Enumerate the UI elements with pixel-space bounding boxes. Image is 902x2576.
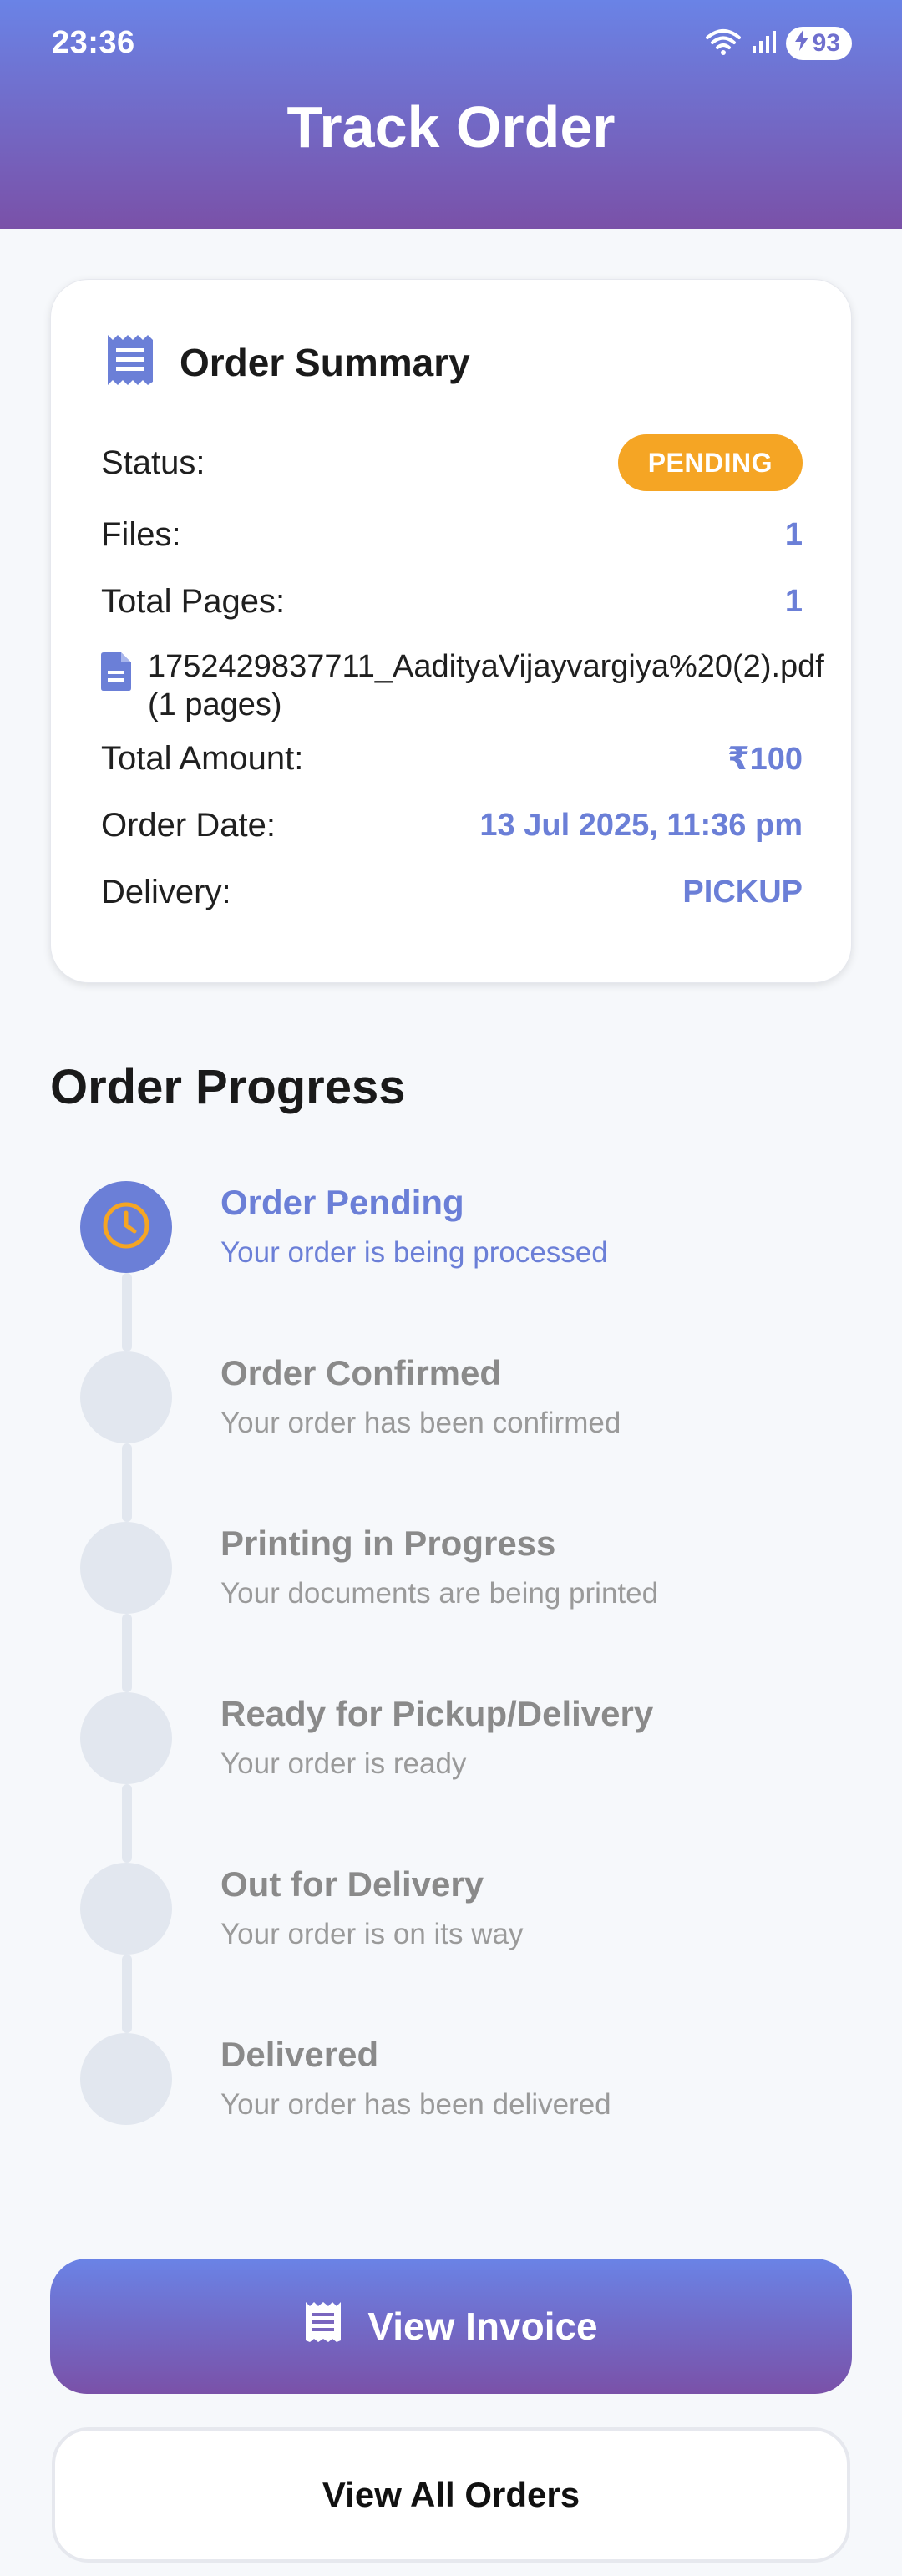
progress-step-printing: Printing in Progress Your documents are … bbox=[80, 1522, 832, 1614]
timeline-connector bbox=[122, 1273, 132, 1351]
step-subtitle: Your order has been confirmed bbox=[220, 1407, 621, 1439]
step-subtitle: Your documents are being printed bbox=[220, 1577, 659, 1610]
order-progress-timeline: Order Pending Your order is being proces… bbox=[50, 1181, 852, 2133]
app-header: 23:36 93 Track Order bbox=[0, 0, 902, 229]
files-label: Files: bbox=[101, 515, 181, 553]
status-row: Status: PENDING bbox=[101, 434, 803, 492]
total-amount-row: Total Amount: ₹100 bbox=[101, 729, 803, 788]
step-title: Delivered bbox=[220, 2035, 379, 2074]
step-title: Order Confirmed bbox=[220, 1353, 502, 1392]
step-title: Out for Delivery bbox=[220, 1864, 484, 1904]
battery-level: 93 bbox=[812, 29, 840, 57]
total-amount-value: ₹100 bbox=[727, 741, 803, 777]
file-item[interactable]: 1752429837711_AadityaVijayvargiya%20(2).… bbox=[101, 647, 836, 724]
order-date-label: Order Date: bbox=[101, 806, 276, 844]
bolt-icon bbox=[794, 29, 809, 58]
signal-icon bbox=[751, 29, 776, 58]
clock-icon bbox=[100, 1199, 152, 1255]
wifi-icon bbox=[705, 28, 741, 60]
total-pages-value: 1 bbox=[784, 583, 803, 619]
view-invoice-label: View Invoice bbox=[367, 2305, 598, 2348]
document-icon bbox=[101, 652, 131, 695]
step-subtitle: Your order is on its way bbox=[220, 1918, 524, 1950]
step-indicator bbox=[80, 1863, 172, 1955]
order-date-row: Order Date: 13 Jul 2025, 11:36 pm bbox=[101, 796, 803, 854]
progress-step-order-confirmed: Order Confirmed Your order has been conf… bbox=[80, 1351, 832, 1443]
delivery-row: Delivery: PICKUP bbox=[101, 863, 803, 921]
file-name: 1752429837711_AadityaVijayvargiya%20(2).… bbox=[148, 649, 824, 684]
delivery-label: Delivery: bbox=[101, 873, 231, 910]
progress-step-delivered: Delivered Your order has been delivered bbox=[80, 2033, 832, 2125]
timeline-connector bbox=[122, 1784, 132, 1863]
step-indicator-active bbox=[80, 1181, 172, 1273]
step-indicator bbox=[80, 1522, 172, 1614]
step-subtitle: Your order has been delivered bbox=[220, 2088, 611, 2121]
step-title: Printing in Progress bbox=[220, 1524, 556, 1563]
battery-indicator: 93 bbox=[785, 27, 852, 60]
status-badge: PENDING bbox=[617, 434, 803, 491]
view-all-orders-button[interactable]: View All Orders bbox=[52, 2427, 850, 2563]
total-pages-label: Total Pages: bbox=[101, 582, 286, 620]
order-summary-title: Order Summary bbox=[180, 340, 470, 384]
timeline-connector bbox=[122, 1443, 132, 1522]
order-date-value: 13 Jul 2025, 11:36 pm bbox=[479, 807, 803, 843]
step-subtitle: Your order is ready bbox=[220, 1747, 467, 1780]
order-summary-header: Order Summary bbox=[106, 333, 470, 391]
step-title: Order Pending bbox=[220, 1183, 464, 1222]
step-indicator bbox=[80, 1351, 172, 1443]
progress-step-order-pending: Order Pending Your order is being proces… bbox=[80, 1181, 832, 1273]
step-subtitle: Your order is being processed bbox=[220, 1236, 608, 1269]
view-all-orders-label: View All Orders bbox=[322, 2475, 580, 2514]
step-title: Ready for Pickup/Delivery bbox=[220, 1694, 654, 1733]
step-indicator bbox=[80, 1692, 172, 1784]
progress-step-ready: Ready for Pickup/Delivery Your order is … bbox=[80, 1692, 832, 1784]
files-value: 1 bbox=[784, 516, 803, 552]
step-indicator bbox=[80, 2033, 172, 2125]
timeline-connector bbox=[122, 1955, 132, 2033]
total-pages-row: Total Pages: 1 bbox=[101, 572, 803, 631]
order-summary-card: Order Summary Status: PENDING Files: 1 T… bbox=[50, 279, 852, 983]
delivery-value: PICKUP bbox=[682, 874, 803, 910]
order-progress-title: Order Progress bbox=[50, 1060, 406, 1114]
total-amount-label: Total Amount: bbox=[101, 739, 304, 777]
timeline-connector bbox=[122, 1614, 132, 1692]
receipt-icon bbox=[304, 2300, 342, 2353]
files-row: Files: 1 bbox=[101, 505, 803, 564]
page-title: Track Order bbox=[286, 94, 616, 160]
file-info: 1752429837711_AadityaVijayvargiya%20(2).… bbox=[148, 647, 824, 724]
view-invoice-button[interactable]: View Invoice bbox=[50, 2259, 852, 2394]
status-bar: 23:36 93 bbox=[0, 0, 902, 87]
progress-step-out-for-delivery: Out for Delivery Your order is on its wa… bbox=[80, 1863, 832, 1955]
receipt-icon bbox=[106, 333, 155, 391]
status-label: Status: bbox=[101, 444, 205, 481]
file-page-count: (1 pages) bbox=[148, 687, 282, 723]
status-icons: 93 bbox=[705, 25, 852, 62]
status-time: 23:36 bbox=[52, 25, 135, 60]
